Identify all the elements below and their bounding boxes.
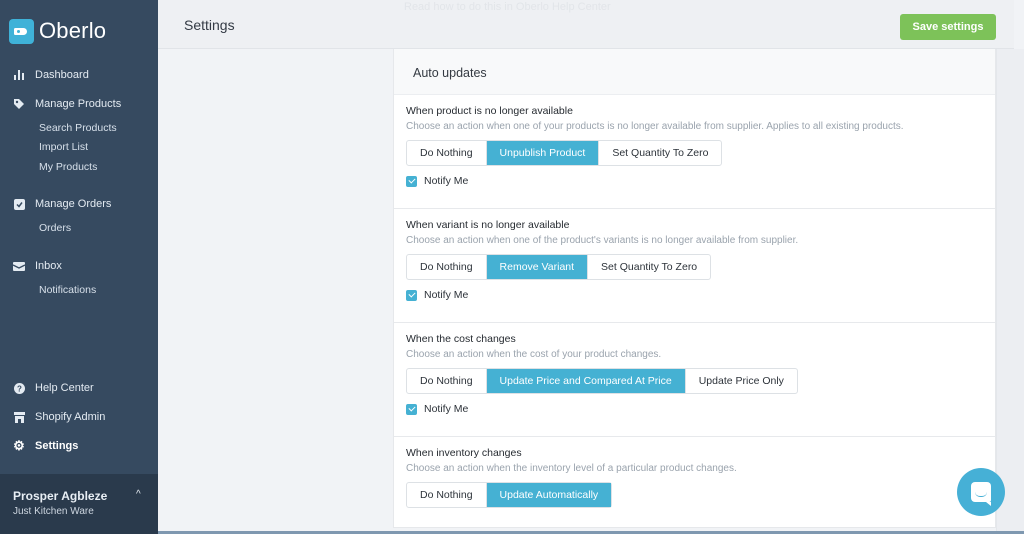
section-description: Choose an action when the cost of your p… xyxy=(406,349,662,360)
sidebar-item-label: Dashboard xyxy=(35,69,89,81)
section-description: Choose an action when one of your produc… xyxy=(406,121,904,132)
option-set-quantity-zero[interactable]: Set Quantity To Zero xyxy=(588,255,710,279)
sidebar-item-label: Help Center xyxy=(35,382,94,394)
setting-variant-unavailable: When variant is no longer available Choo… xyxy=(394,209,995,323)
sidebar-item-label: Manage Products xyxy=(35,98,122,110)
oberlo-logo[interactable]: Oberlo xyxy=(9,18,106,44)
option-do-nothing[interactable]: Do Nothing xyxy=(407,483,487,507)
sidebar-item-inbox[interactable]: Inbox xyxy=(13,260,62,272)
logo-text: Oberlo xyxy=(39,18,107,43)
option-update-price-only[interactable]: Update Price Only xyxy=(686,369,797,393)
question-icon: ? xyxy=(13,382,25,394)
chevron-up-icon[interactable]: ^ xyxy=(136,489,141,500)
oberlo-tag-icon xyxy=(9,18,34,44)
page-header: Read how to do this in Oberlo Help Cente… xyxy=(158,0,1014,49)
sidebar-item-settings[interactable]: ⚙ Settings xyxy=(13,438,79,453)
tag-icon xyxy=(13,98,25,110)
setting-product-unavailable: When product is no longer available Choo… xyxy=(394,95,995,209)
sidebar-item-shopify-admin[interactable]: Shopify Admin xyxy=(13,411,105,423)
gear-icon: ⚙ xyxy=(13,438,25,453)
sidebar: Oberlo Dashboard Manage Products Search … xyxy=(0,0,158,534)
notify-label: Notify Me xyxy=(424,289,469,301)
action-selector: Do Nothing Update Price and Compared At … xyxy=(406,368,798,394)
sidebar-subitem-import-list[interactable]: Import List xyxy=(39,141,88,153)
sidebar-item-help-center[interactable]: ? Help Center xyxy=(13,382,94,394)
checkbox-checked-icon[interactable] xyxy=(406,175,417,187)
user-account-menu[interactable]: Prosper Agbleze Just Kitchen Ware ^ xyxy=(0,474,158,534)
sidebar-item-label: Manage Orders xyxy=(35,198,112,210)
option-update-automatically[interactable]: Update Automatically xyxy=(486,483,612,507)
option-unpublish-product[interactable]: Unpublish Product xyxy=(486,141,600,165)
section-description: Choose an action when the inventory leve… xyxy=(406,463,737,474)
sidebar-item-label: Shopify Admin xyxy=(35,411,106,423)
option-remove-variant[interactable]: Remove Variant xyxy=(486,255,589,279)
sidebar-item-label: Inbox xyxy=(35,260,62,272)
chat-launcher-button[interactable] xyxy=(957,468,1005,516)
auto-updates-card: Auto updates When product is no longer a… xyxy=(393,49,996,528)
section-title: When the cost changes xyxy=(406,333,516,345)
setting-cost-changes: When the cost changes Choose an action w… xyxy=(394,323,995,437)
user-name: Prosper Agbleze xyxy=(13,489,108,503)
inbox-icon xyxy=(13,260,25,272)
page-title: Settings xyxy=(184,17,235,33)
scrollbar-track[interactable] xyxy=(996,49,1024,534)
store-name: Just Kitchen Ware xyxy=(13,506,94,517)
bar-chart-icon xyxy=(13,69,25,81)
card-header: Auto updates xyxy=(394,49,995,95)
option-update-price-compared[interactable]: Update Price and Compared At Price xyxy=(486,369,686,393)
notify-label: Notify Me xyxy=(424,175,469,187)
sidebar-item-manage-orders[interactable]: Manage Orders xyxy=(13,198,111,210)
help-center-hint: Read how to do this in Oberlo Help Cente… xyxy=(404,1,611,13)
action-selector: Do Nothing Remove Variant Set Quantity T… xyxy=(406,254,712,280)
option-do-nothing[interactable]: Do Nothing xyxy=(407,141,487,165)
notify-me-checkbox[interactable]: Notify Me xyxy=(406,175,468,187)
notify-label: Notify Me xyxy=(424,403,469,415)
sidebar-item-manage-products[interactable]: Manage Products xyxy=(13,98,121,110)
chat-bubble-icon xyxy=(971,482,991,506)
store-icon xyxy=(13,411,25,423)
option-do-nothing[interactable]: Do Nothing xyxy=(407,255,487,279)
checkbox-checked-icon[interactable] xyxy=(406,289,417,301)
option-set-quantity-zero[interactable]: Set Quantity To Zero xyxy=(599,141,721,165)
setting-inventory-changes: When inventory changes Choose an action … xyxy=(394,437,995,528)
section-description: Choose an action when one of the product… xyxy=(406,235,799,246)
section-title: When variant is no longer available xyxy=(406,219,570,231)
card-title: Auto updates xyxy=(413,66,487,80)
action-selector: Do Nothing Unpublish Product Set Quantit… xyxy=(406,140,723,166)
svg-text:?: ? xyxy=(17,384,22,393)
action-selector: Do Nothing Update Automatically xyxy=(406,482,613,508)
sidebar-subitem-notifications[interactable]: Notifications xyxy=(39,284,96,296)
section-title: When product is no longer available xyxy=(406,105,573,117)
notify-me-checkbox[interactable]: Notify Me xyxy=(406,289,468,301)
checkbox-checked-icon[interactable] xyxy=(406,403,417,415)
sidebar-item-dashboard[interactable]: Dashboard xyxy=(13,69,89,81)
sidebar-subitem-orders[interactable]: Orders xyxy=(39,222,71,234)
option-do-nothing[interactable]: Do Nothing xyxy=(407,369,487,393)
save-settings-button[interactable]: Save settings xyxy=(900,14,996,40)
notify-me-checkbox[interactable]: Notify Me xyxy=(406,403,468,415)
sidebar-subitem-my-products[interactable]: My Products xyxy=(39,161,97,173)
sidebar-item-label: Settings xyxy=(35,440,79,452)
sidebar-subitem-search-products[interactable]: Search Products xyxy=(39,122,117,134)
section-title: When inventory changes xyxy=(406,447,522,459)
checkbox-icon xyxy=(13,198,25,210)
